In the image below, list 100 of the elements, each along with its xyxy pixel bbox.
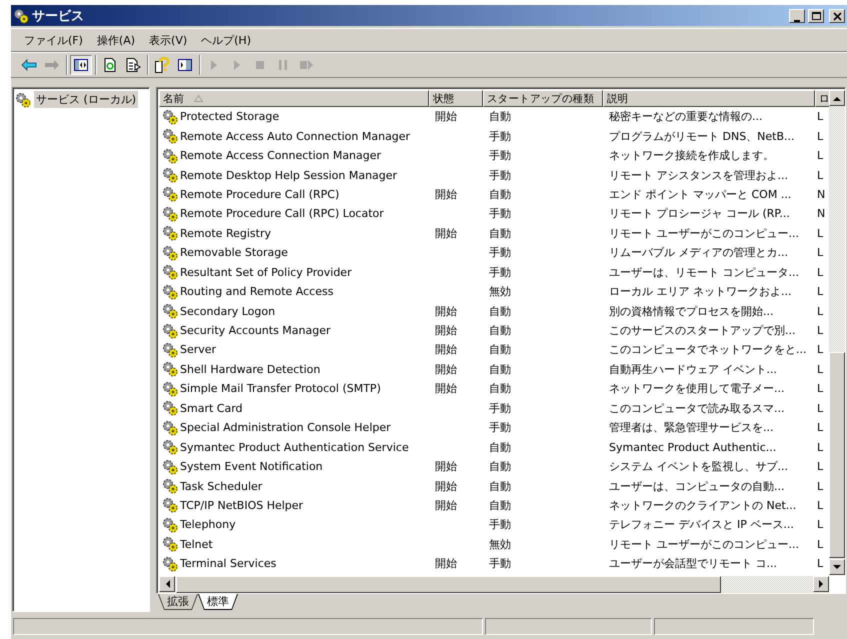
table-cell: L <box>817 557 824 570</box>
service-name: Simple Mail Transfer Protocol (SMTP) <box>180 382 381 396</box>
startup-cell: 自動 <box>489 186 511 202</box>
service-name: Shell Hardware Detection <box>180 362 320 376</box>
service-name: Security Accounts Manager <box>180 324 331 338</box>
description-cell: 自動再生ハードウェア イベント... <box>609 362 777 377</box>
table-cell: L <box>817 226 824 240</box>
table-cell: L <box>817 149 824 162</box>
gears-icon <box>162 148 178 164</box>
startup-cell: 自動 <box>489 381 511 396</box>
minimize-icon <box>794 20 800 22</box>
gears-icon <box>162 186 178 202</box>
table-cell: N <box>817 188 826 201</box>
menu-item[interactable]: 表示(V) <box>142 30 194 50</box>
down-arrow-icon <box>833 564 841 570</box>
table-cell: L <box>817 421 824 434</box>
description-cell: プログラムがリモート DNS、NetB... <box>609 128 795 144</box>
gears-icon <box>162 420 178 436</box>
gears-icon <box>162 516 178 533</box>
pane-toggle-button[interactable] <box>70 55 92 75</box>
scroll-down-button[interactable] <box>829 559 845 575</box>
help-icon <box>154 57 170 73</box>
up-arrow-icon <box>833 96 841 100</box>
column-header[interactable]: スタートアップの種類 <box>483 90 603 107</box>
startup-cell: 自動 <box>489 226 511 241</box>
scroll-left-button[interactable] <box>159 576 175 592</box>
table-cell: L <box>817 324 824 338</box>
column-header[interactable]: 説明 <box>603 90 815 107</box>
startup-cell: 手動 <box>489 148 511 164</box>
scroll-right-button[interactable] <box>813 576 829 592</box>
table-cell: L <box>817 518 824 532</box>
scrollbar-thumb[interactable] <box>176 576 721 593</box>
gears-icon <box>162 284 178 300</box>
tree-item[interactable]: サービス (ローカル) <box>34 91 138 108</box>
service-name: System Event Notification <box>180 460 323 474</box>
gears-icon <box>162 225 178 242</box>
startup-cell: 無効 <box>489 536 511 552</box>
maximize-button[interactable] <box>808 8 824 22</box>
table-cell: L <box>817 498 824 512</box>
description-cell: ユーザーは、コンピュータの自動... <box>609 478 784 494</box>
scrollbar-thumb[interactable] <box>829 352 845 558</box>
service-name: Symantec Product Authentication Service <box>180 440 409 454</box>
status-cell: 開始 <box>435 362 457 377</box>
menu-item[interactable]: ヘルプ(H) <box>194 30 258 50</box>
table-cell: L <box>817 382 824 396</box>
startup-cell: 自動 <box>489 362 511 377</box>
refresh-icon <box>102 57 118 73</box>
scroll-up-button[interactable] <box>829 90 845 106</box>
table-cell: L <box>817 440 824 454</box>
description-cell: ユーザーが会話型でリモート コ... <box>609 556 777 572</box>
service-name: Task Scheduler <box>180 480 262 493</box>
view-tab[interactable]: 拡張 <box>158 594 198 610</box>
column-header[interactable]: ロ <box>815 90 830 107</box>
gears-icon <box>162 439 178 456</box>
status-cell: 開始 <box>435 109 457 124</box>
service-name: TCP/IP NetBIOS Helper <box>180 498 304 512</box>
gears-icon <box>162 536 178 552</box>
table-cell: L <box>817 343 824 356</box>
view-tab[interactable]: 標準 <box>198 594 238 610</box>
column-header[interactable]: 状態 <box>429 90 483 107</box>
status-cell: 開始 <box>435 304 457 319</box>
table-cell: N <box>817 207 826 220</box>
startup-cell: 手動 <box>489 400 511 416</box>
description-cell: 秘密キーなどの重要な情報の... <box>609 109 762 124</box>
service-name: Telephony <box>180 518 236 532</box>
status-cell: 開始 <box>435 323 457 338</box>
right-arrow-icon <box>818 580 824 588</box>
sort-arrow-icon <box>194 95 204 102</box>
description-cell: 別の資格情報でプロセスを開始... <box>609 304 774 319</box>
gears-icon <box>162 167 178 184</box>
description-cell: このコンピュータで読み取るスマ... <box>609 400 784 416</box>
startup-cell: 自動 <box>489 323 511 338</box>
close-button[interactable] <box>829 8 845 22</box>
startup-cell: 自動 <box>489 498 511 513</box>
description-cell: テレフォニー デバイスと IP ベース... <box>609 517 794 532</box>
service-name: Remote Access Connection Manager <box>180 149 382 162</box>
table-cell: L <box>817 168 824 182</box>
service-name: Protected Storage <box>180 110 280 124</box>
startup-cell: 自動 <box>489 342 511 358</box>
restart-icon <box>298 57 314 73</box>
startup-cell: 手動 <box>489 168 511 183</box>
service-name: Remote Desktop Help Session Manager <box>180 168 398 182</box>
startup-cell: 手動 <box>489 245 511 260</box>
description-cell: リモート プロシージャ コール (RP... <box>609 206 790 222</box>
service-name: Secondary Logon <box>180 304 276 318</box>
column-header[interactable]: 名前 <box>159 90 429 107</box>
gears-icon <box>162 303 178 320</box>
menu-item[interactable]: 操作(A) <box>90 30 142 50</box>
service-name: Removable Storage <box>180 246 288 260</box>
description-cell: Symantec Product Authentic... <box>609 440 776 454</box>
description-cell: 管理者は、緊急管理サービスを... <box>609 420 774 436</box>
description-cell: ネットワークを使用して電子メー... <box>609 381 784 396</box>
menu-item[interactable]: ファイル(F) <box>17 30 90 50</box>
left-arrow-icon <box>164 580 170 588</box>
service-name: Remote Procedure Call (RPC) Locator <box>180 207 384 220</box>
minimize-button[interactable] <box>789 8 805 22</box>
status-cell: 開始 <box>435 381 457 396</box>
gears-icon <box>162 322 178 339</box>
status-cell: 開始 <box>435 556 457 572</box>
table-cell: L <box>817 266 824 279</box>
